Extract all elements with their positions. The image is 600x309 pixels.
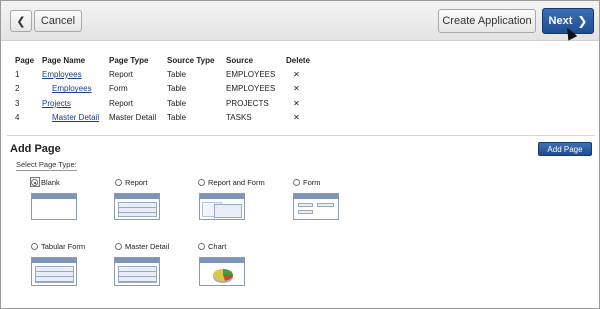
master-detail-thumbnail[interactable] bbox=[114, 257, 160, 286]
delete-icon[interactable]: ✕ bbox=[282, 67, 311, 82]
chevron-right-icon: ❯ bbox=[577, 14, 588, 28]
page-name-link[interactable]: Projects bbox=[42, 99, 71, 108]
thumbnail-header-bar bbox=[32, 194, 76, 199]
source: TASKS bbox=[226, 113, 252, 123]
page-number: 3 bbox=[15, 98, 20, 108]
source: EMPLOYEES bbox=[226, 69, 276, 79]
report-thumbnail[interactable] bbox=[114, 193, 160, 220]
form-field-icon bbox=[298, 203, 313, 207]
option-label: Report and Form bbox=[208, 178, 265, 188]
page-number: 1 bbox=[15, 69, 20, 79]
option-blank[interactable]: Blank bbox=[31, 178, 60, 187]
radio-chart[interactable] bbox=[198, 243, 205, 251]
master-detail-grid-icon bbox=[118, 266, 157, 283]
option-report-and-form[interactable]: Report and Form bbox=[198, 178, 265, 187]
thumbnail-header-bar bbox=[294, 194, 338, 199]
option-label: Blank bbox=[41, 178, 60, 188]
radio-master-detail[interactable] bbox=[115, 243, 122, 251]
thumbnail-header-bar bbox=[200, 258, 244, 263]
select-page-type-label: Select Page Type: bbox=[16, 160, 77, 171]
source-type: Table bbox=[167, 84, 187, 94]
option-chart[interactable]: Chart bbox=[198, 242, 226, 251]
thumbnail-header-bar bbox=[115, 258, 159, 263]
wizard-frame: ❮ Cancel Create Application Next ❯ Page … bbox=[0, 0, 600, 309]
chevron-left-icon: ❮ bbox=[16, 15, 26, 28]
column-header-delete: Delete bbox=[286, 55, 311, 65]
form-panel-icon bbox=[214, 204, 242, 218]
page-type: Master Detail bbox=[109, 113, 157, 123]
delete-icon[interactable]: ✕ bbox=[282, 111, 311, 126]
radio-report[interactable] bbox=[115, 179, 122, 187]
column-header-source: Source bbox=[226, 55, 254, 65]
column-header-page-name: Page Name bbox=[42, 55, 86, 65]
delete-icon[interactable]: ✕ bbox=[282, 96, 311, 111]
page-name-link[interactable]: Master Detail bbox=[52, 113, 99, 122]
column-header-page: Page bbox=[15, 55, 35, 65]
blank-page-thumbnail[interactable] bbox=[31, 193, 77, 220]
page-name-link[interactable]: Employees bbox=[52, 84, 92, 93]
create-application-button[interactable]: Create Application bbox=[438, 9, 536, 33]
page-type: Report bbox=[109, 69, 134, 79]
option-label: Tabular Form bbox=[41, 242, 86, 252]
form-field-icon bbox=[317, 203, 334, 207]
report-grid-icon bbox=[118, 202, 157, 217]
option-label: Form bbox=[303, 178, 321, 188]
tabular-form-thumbnail[interactable] bbox=[31, 257, 77, 286]
report-and-form-thumbnail[interactable] bbox=[199, 193, 245, 220]
pie-chart-icon bbox=[213, 269, 233, 283]
add-page-title: Add Page bbox=[10, 143, 61, 155]
cancel-button[interactable]: Cancel bbox=[34, 10, 82, 32]
add-page-button[interactable]: Add Page bbox=[538, 142, 592, 156]
page-type: Form bbox=[109, 84, 128, 94]
chart-thumbnail[interactable] bbox=[199, 257, 245, 286]
table-row: 2 Employees Form Table EMPLOYEES ✕ bbox=[11, 82, 311, 97]
wizard-toolbar: ❮ Cancel Create Application Next ❯ bbox=[1, 1, 599, 41]
option-label: Master Detail bbox=[125, 242, 170, 252]
column-header-source-type: Source Type bbox=[167, 55, 215, 65]
pages-table: Page Page Name Page Type Source Type Sou… bbox=[11, 53, 311, 125]
table-header-row: Page Page Name Page Type Source Type Sou… bbox=[11, 53, 311, 67]
radio-report-and-form[interactable] bbox=[198, 179, 205, 187]
source: EMPLOYEES bbox=[226, 84, 276, 94]
form-field-icon bbox=[298, 210, 313, 214]
column-header-page-type: Page Type bbox=[109, 55, 149, 65]
thumbnail-header-bar bbox=[115, 194, 159, 199]
form-thumbnail[interactable] bbox=[293, 193, 339, 220]
radio-form[interactable] bbox=[293, 179, 300, 187]
page-number: 4 bbox=[15, 113, 20, 123]
source: PROJECTS bbox=[226, 98, 269, 108]
option-label: Report bbox=[125, 178, 148, 188]
page-name-link[interactable]: Employees bbox=[42, 70, 82, 79]
page-number: 2 bbox=[15, 84, 20, 94]
option-label: Chart bbox=[208, 242, 227, 252]
delete-icon[interactable]: ✕ bbox=[282, 82, 311, 97]
table-row: 1 Employees Report Table EMPLOYEES ✕ bbox=[11, 67, 311, 82]
radio-tabular-form[interactable] bbox=[31, 243, 38, 251]
tabular-grid-icon bbox=[35, 266, 74, 283]
option-master-detail[interactable]: Master Detail bbox=[115, 242, 169, 251]
table-row: 3 Projects Report Table PROJECTS ✕ bbox=[11, 96, 311, 111]
back-button[interactable]: ❮ bbox=[10, 10, 32, 32]
thumbnail-header-bar bbox=[200, 194, 244, 199]
source-type: Table bbox=[167, 98, 187, 108]
option-tabular-form[interactable]: Tabular Form bbox=[31, 242, 85, 251]
page-type: Report bbox=[109, 98, 134, 108]
thumbnail-header-bar bbox=[32, 258, 76, 263]
option-form[interactable]: Form bbox=[293, 178, 321, 187]
next-button-label: Next bbox=[548, 15, 573, 27]
table-row: 4 Master Detail Master Detail Table TASK… bbox=[11, 111, 311, 126]
source-type: Table bbox=[167, 69, 187, 79]
option-report[interactable]: Report bbox=[115, 178, 148, 187]
radio-blank[interactable] bbox=[31, 179, 38, 187]
source-type: Table bbox=[167, 113, 187, 123]
section-divider bbox=[7, 135, 595, 136]
